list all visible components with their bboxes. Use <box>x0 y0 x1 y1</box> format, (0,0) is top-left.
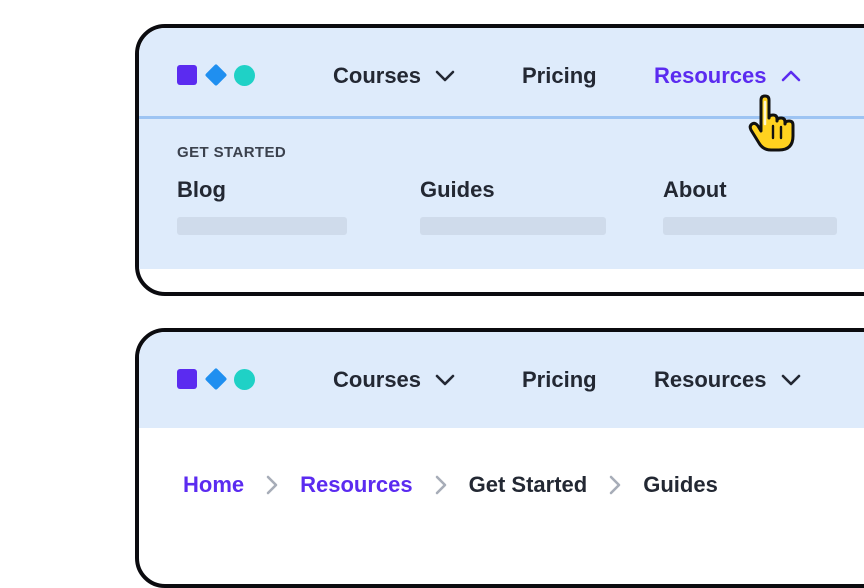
nav-resources-label: Resources <box>654 63 767 88</box>
hand-pointer-icon <box>748 94 795 152</box>
chevron-right-icon <box>266 475 278 495</box>
chevron-right-icon <box>609 475 621 495</box>
text-placeholder-bar <box>177 217 347 235</box>
dropdown-item-title[interactable]: About <box>663 177 837 203</box>
nav-courses[interactable]: Courses <box>333 61 455 91</box>
nav-resources-label: Resources <box>654 367 767 392</box>
breadcrumb-resources[interactable]: Resources <box>300 472 413 498</box>
nav-courses[interactable]: Courses <box>333 365 455 395</box>
breadcrumb-get-started[interactable]: Get Started <box>469 472 588 498</box>
logo-diamond-shape <box>204 63 228 87</box>
chevron-down-icon <box>435 374 455 386</box>
nav-resources[interactable]: Resources <box>654 365 801 395</box>
logo-circle-shape <box>234 65 255 86</box>
dropdown-section-label: GET STARTED <box>177 144 287 161</box>
chevron-down-icon <box>435 70 455 82</box>
logo-square-shape <box>177 369 197 389</box>
dropdown-item-title[interactable]: Guides <box>420 177 606 203</box>
breadcrumb-guides: Guides <box>643 472 718 497</box>
text-placeholder-bar <box>663 217 837 235</box>
nav-pricing[interactable]: Pricing <box>522 61 597 91</box>
nav-pricing-label: Pricing <box>522 367 597 392</box>
brand-logo[interactable] <box>177 63 267 87</box>
chevron-up-icon <box>781 70 800 82</box>
logo-circle-shape <box>234 369 255 390</box>
breadcrumb: Home Resources Get Started Guides <box>183 472 718 498</box>
dropdown-item-about[interactable]: About <box>663 177 837 235</box>
top-browser-frame: Courses Pricing Resources GET STARTED Bl… <box>135 24 864 296</box>
dropdown-item-guides[interactable]: Guides <box>420 177 606 235</box>
bottom-browser-frame: Courses Pricing Resources Home Resources… <box>135 328 864 588</box>
bottom-navbar: Courses Pricing Resources <box>139 332 864 428</box>
dropdown-item-blog[interactable]: Blog <box>177 177 347 235</box>
text-placeholder-bar <box>420 217 606 235</box>
dropdown-item-title[interactable]: Blog <box>177 177 347 203</box>
logo-square-shape <box>177 65 197 85</box>
nav-resources[interactable]: Resources <box>654 61 801 91</box>
nav-pricing[interactable]: Pricing <box>522 365 597 395</box>
breadcrumb-home[interactable]: Home <box>183 472 244 498</box>
nav-courses-label: Courses <box>333 63 422 88</box>
logo-diamond-shape <box>204 367 228 391</box>
chevron-down-icon <box>781 374 800 386</box>
nav-courses-label: Courses <box>333 367 422 392</box>
nav-pricing-label: Pricing <box>522 63 597 88</box>
brand-logo[interactable] <box>177 367 267 391</box>
chevron-right-icon <box>435 475 447 495</box>
